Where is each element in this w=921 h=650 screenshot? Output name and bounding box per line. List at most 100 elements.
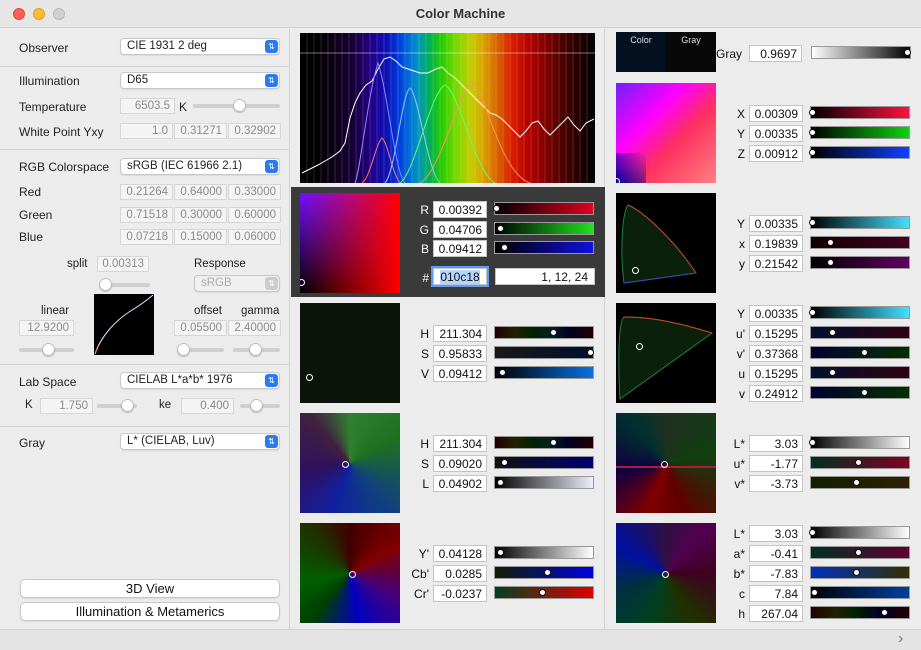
offset-slider-knob[interactable] — [177, 343, 190, 356]
value-slider-bar[interactable] — [810, 236, 910, 249]
illumination-metamerics-button[interactable]: Illumination & Metamerics — [20, 602, 280, 621]
value-slider-bar[interactable] — [810, 256, 910, 269]
value-slider-marker[interactable] — [539, 589, 546, 596]
value-field[interactable]: 0.15295 — [749, 365, 803, 382]
colorspace-select[interactable]: sRGB (IEC 61966 2.1) ⇅ — [120, 158, 280, 175]
value-slider-marker[interactable] — [497, 224, 504, 232]
value-slider-marker[interactable] — [501, 459, 508, 466]
value-field[interactable]: 0.00335 — [749, 305, 803, 322]
value-field[interactable]: 0.95833 — [433, 345, 487, 362]
gamma-field[interactable]: 2.40000 — [228, 320, 281, 336]
value-field[interactable]: 0.24912 — [749, 385, 803, 402]
rb-plane-swatch[interactable] — [300, 193, 400, 293]
gray-bar[interactable] — [811, 46, 911, 59]
value-field[interactable]: 211.304 — [433, 435, 487, 452]
value-slider-marker[interactable] — [827, 259, 834, 266]
value-slider-marker[interactable] — [809, 219, 816, 226]
xyz-swatch[interactable] — [616, 83, 716, 183]
value-slider-marker[interactable] — [497, 479, 504, 486]
linear-field[interactable]: 12.9200 — [19, 320, 74, 336]
illumination-select[interactable]: D65 ⇅ — [120, 72, 280, 89]
split-field[interactable]: 0.00313 — [97, 256, 149, 272]
hsl-swatch[interactable] — [300, 413, 400, 513]
value-field[interactable]: 0.09020 — [433, 455, 487, 472]
selection-marker[interactable] — [306, 374, 313, 381]
gamma-slider-knob[interactable] — [249, 343, 262, 356]
value-slider-bar[interactable] — [494, 566, 594, 579]
value-slider-bar[interactable] — [810, 456, 910, 469]
value-slider-marker[interactable] — [587, 349, 594, 356]
value-slider-bar[interactable] — [494, 326, 594, 339]
value-slider-bar[interactable] — [494, 436, 594, 449]
value-field[interactable]: 0.04902 — [433, 475, 487, 492]
value-slider-bar[interactable] — [809, 306, 910, 319]
value-slider-marker[interactable] — [861, 349, 868, 356]
blue-x[interactable]: 0.15000 — [174, 229, 227, 245]
chevron-right-icon[interactable]: › — [898, 630, 903, 648]
green-x[interactable]: 0.30000 — [174, 207, 227, 223]
value-slider-bar[interactable] — [494, 546, 594, 559]
value-slider-bar[interactable] — [494, 221, 594, 235]
value-slider-bar[interactable] — [810, 586, 910, 599]
blue-y[interactable]: 0.06000 — [228, 229, 281, 245]
value-field[interactable]: -1.77 — [749, 455, 803, 472]
value-slider-bar[interactable] — [494, 241, 594, 254]
value-field[interactable]: -0.41 — [749, 545, 803, 562]
value-field[interactable]: -0.0237 — [433, 585, 487, 602]
value-field[interactable]: -7.83 — [749, 565, 803, 582]
white-point-Y[interactable]: 1.0 — [120, 123, 173, 139]
split-slider-knob[interactable] — [99, 278, 112, 291]
value-slider-marker[interactable] — [827, 239, 834, 246]
selection-marker[interactable] — [300, 279, 305, 286]
value-slider-bar[interactable] — [493, 202, 594, 215]
value-slider-marker[interactable] — [829, 369, 836, 376]
offset-field[interactable]: 0.05500 — [174, 320, 227, 336]
red-Y[interactable]: 0.21264 — [120, 184, 173, 200]
red-x[interactable]: 0.64000 — [174, 184, 227, 200]
value-slider-bar[interactable] — [494, 586, 594, 599]
value-field[interactable]: 3.03 — [749, 435, 803, 452]
value-slider-bar[interactable] — [810, 366, 910, 379]
value-slider-marker[interactable] — [855, 459, 862, 466]
value-field[interactable]: 0.15295 — [749, 325, 803, 342]
ycbcr-swatch[interactable] — [300, 523, 400, 623]
value-field[interactable]: 0.09412 — [433, 240, 487, 257]
uv-chromaticity-swatch[interactable] — [616, 303, 716, 403]
value-slider-bar[interactable] — [809, 436, 910, 449]
value-slider-marker[interactable] — [809, 149, 816, 156]
spectrum-plot[interactable] — [300, 33, 595, 183]
value-field[interactable]: 0.37368 — [749, 345, 803, 362]
value-slider-marker[interactable] — [501, 244, 508, 251]
lab-swatch[interactable] — [616, 523, 716, 623]
lab-space-select[interactable]: CIELAB L*a*b* 1976 ⇅ — [120, 372, 280, 389]
value-slider-marker[interactable] — [809, 129, 816, 136]
value-field[interactable]: 0.19839 — [749, 235, 803, 252]
xy-chromaticity-swatch[interactable] — [616, 193, 716, 293]
value-slider-marker[interactable] — [550, 439, 557, 446]
linear-slider-knob[interactable] — [42, 343, 55, 356]
selection-marker[interactable] — [661, 461, 668, 468]
temperature-slider-knob[interactable] — [233, 99, 246, 112]
value-slider-marker[interactable] — [809, 109, 816, 116]
value-slider-marker[interactable] — [493, 205, 500, 212]
value-field[interactable]: 211.304 — [433, 325, 487, 342]
gray-bar-marker[interactable] — [904, 49, 911, 56]
luv-swatch[interactable] — [616, 413, 716, 513]
value-slider-bar[interactable] — [810, 566, 910, 579]
value-slider-marker[interactable] — [544, 569, 551, 576]
value-slider-marker[interactable] — [853, 569, 860, 576]
value-field[interactable]: 267.04 — [749, 605, 803, 622]
selection-marker[interactable] — [632, 267, 639, 274]
value-slider-bar[interactable] — [809, 126, 910, 139]
value-slider-marker[interactable] — [853, 479, 860, 486]
hsv-swatch[interactable] — [300, 303, 400, 403]
value-slider-marker[interactable] — [809, 439, 816, 446]
value-slider-bar[interactable] — [809, 106, 910, 119]
green-y[interactable]: 0.60000 — [228, 207, 281, 223]
value-field[interactable]: 3.03 — [749, 525, 803, 542]
k-field[interactable]: 1.750 — [40, 398, 93, 414]
k-slider-knob[interactable] — [121, 399, 134, 412]
selection-marker[interactable] — [342, 461, 349, 468]
value-slider-bar[interactable] — [810, 386, 910, 399]
rgb255-field[interactable]: 1, 12, 24 — [495, 268, 595, 285]
